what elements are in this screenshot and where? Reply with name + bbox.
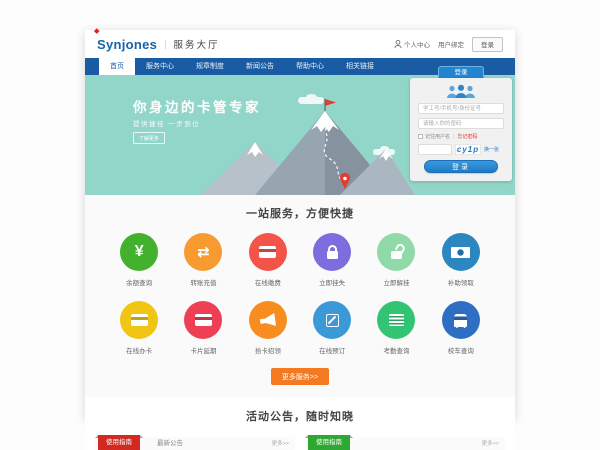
announcements-title: 活动公告，随时知晓 [85, 408, 515, 424]
password-input[interactable] [418, 118, 504, 129]
user-bind-label: 用户绑定 [438, 39, 464, 49]
nav-item[interactable]: 首页 [99, 58, 135, 75]
hero-cta-button[interactable]: 了解更多 [133, 132, 165, 144]
service-item[interactable]: 立即挂失 [300, 233, 364, 287]
service-label: 余额查询 [126, 277, 152, 287]
service-item[interactable]: 补助领取 [429, 233, 493, 287]
more-link[interactable]: 更多>> [272, 437, 289, 450]
card-icon [131, 314, 148, 326]
captcha-input[interactable] [418, 144, 452, 155]
announcement-panels: 使用指南 最新公告 更多>> 使用指南 更多>> [85, 437, 515, 450]
site-header: Synjones | 服务大厅 个人中心 用户绑定 登录 [85, 30, 515, 58]
service-label: 考勤查询 [383, 345, 409, 355]
site-mockup: Synjones | 服务大厅 个人中心 用户绑定 登录 [85, 30, 515, 418]
nav-item[interactable]: 服务中心 [135, 58, 185, 75]
more-link[interactable]: 更多>> [482, 437, 499, 450]
person-icon [394, 40, 402, 48]
more-services-button[interactable]: 更多服务>> [271, 368, 329, 385]
announcement-panel-left: 使用指南 最新公告 更多>> [95, 437, 295, 450]
screenshot-canvas: Synjones | 服务大厅 个人中心 用户绑定 登录 [0, 0, 600, 450]
transfer-icon: ⇄ [197, 245, 210, 260]
mountains-illustration [200, 97, 415, 195]
username-input[interactable] [418, 103, 504, 114]
user-bind-link[interactable]: 用户绑定 [438, 39, 464, 49]
services-title: 一站服务，方便快捷 [107, 205, 493, 221]
logo-dot-icon [94, 28, 99, 33]
header-user-area: 个人中心 用户绑定 登录 [394, 37, 503, 52]
service-label: 立即解挂 [383, 277, 409, 287]
nav-item[interactable]: 帮助中心 [285, 58, 335, 75]
site-name: 服务大厅 [174, 37, 220, 51]
services-grid: ¥ 余额查询 ⇄ 转账充值 在线缴费 [107, 233, 493, 355]
announcement-panel-right: 使用指南 更多>> [305, 437, 505, 450]
lock-open-icon [391, 251, 402, 259]
service-item[interactable]: ¥ 余额查询 [107, 233, 171, 287]
nav-item[interactable]: 相关链接 [335, 58, 385, 75]
nav-item[interactable]: 规章制度 [185, 58, 235, 75]
card-icon [259, 246, 276, 258]
service-item[interactable]: ⇄ 转账充值 [171, 233, 235, 287]
lock-icon [327, 251, 338, 259]
service-item[interactable]: 立即解挂 [364, 233, 428, 287]
service-label: 校车查询 [448, 345, 474, 355]
forgot-password-link[interactable]: 忘记密码 [457, 133, 477, 140]
service-label: 在线预订 [319, 345, 345, 355]
megaphone-icon [259, 312, 277, 327]
service-item[interactable]: 卡片延期 [171, 301, 235, 355]
header-login-button[interactable]: 登录 [472, 37, 503, 52]
service-label: 转账充值 [190, 277, 216, 287]
service-item[interactable]: 考勤查询 [364, 301, 428, 355]
banknote-icon [451, 247, 470, 258]
login-submit-button[interactable]: 登录 [424, 160, 498, 173]
service-label: 立即挂失 [319, 277, 345, 287]
logo-divider: | [164, 39, 166, 49]
yen-icon: ¥ [135, 244, 144, 260]
captcha-refresh-link[interactable]: 换一张 [484, 146, 499, 153]
bus-icon [454, 314, 467, 327]
nav-item[interactable]: 新闻公告 [235, 58, 285, 75]
remember-checkbox[interactable] [418, 134, 423, 139]
hero-subtitle: 提供捷径 一步到位 [133, 118, 200, 128]
service-label: 在线缴费 [255, 277, 281, 287]
remember-row: 记住用户名 | 忘记密码 [418, 133, 504, 140]
announcements-section: 活动公告，随时知晓 使用指南 最新公告 更多>> 使用指南 更多>> [85, 397, 515, 450]
service-item[interactable]: 拾卡招领 [236, 301, 300, 355]
remember-label: 记住用户名 [425, 133, 450, 140]
login-tab[interactable]: 登录 [438, 66, 484, 78]
service-item[interactable]: 在线办卡 [107, 301, 171, 355]
captcha-image[interactable]: cy1p [455, 144, 481, 155]
hero-banner: 你身边的卡管专家 提供捷径 一步到位 了解更多 [85, 75, 515, 195]
service-label: 在线办卡 [126, 345, 152, 355]
personal-center-label: 个人中心 [404, 39, 430, 49]
login-form: 记住用户名 | 忘记密码 cy1p 换一张 登录 [410, 78, 512, 181]
service-item[interactable]: 在线预订 [300, 301, 364, 355]
service-item[interactable]: 校车查询 [429, 301, 493, 355]
service-item[interactable]: 在线缴费 [236, 233, 300, 287]
list-icon [389, 314, 404, 326]
users-icon [444, 84, 478, 99]
services-section: 一站服务，方便快捷 ¥ 余额查询 ⇄ 转账充值 [85, 195, 515, 397]
tab-usage-guide-right[interactable]: 使用指南 [308, 435, 350, 450]
service-label: 拾卡招领 [255, 345, 281, 355]
brand-logo: Synjones [97, 37, 157, 52]
service-label: 补助领取 [448, 277, 474, 287]
edit-icon [326, 314, 339, 327]
tab-usage-guide-left[interactable]: 使用指南 [98, 435, 140, 450]
divider: | [453, 134, 454, 140]
login-panel: 登录 记住用户名 | [410, 66, 512, 181]
service-label: 卡片延期 [190, 345, 216, 355]
tab-latest-announcements[interactable]: 最新公告 [157, 437, 183, 450]
logo: Synjones | 服务大厅 [97, 37, 220, 52]
captcha-row: cy1p 换一张 [418, 144, 504, 155]
card-icon [195, 314, 212, 326]
personal-center-link[interactable]: 个人中心 [394, 39, 430, 49]
